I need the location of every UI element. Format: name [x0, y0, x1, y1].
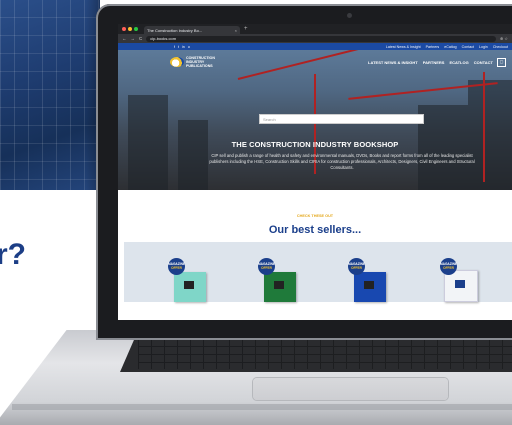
menu-item-contact[interactable]: CONTACT	[474, 60, 493, 65]
product-card[interactable]: MAGAZINE OFFER	[348, 258, 386, 302]
linkedin-icon[interactable]: in	[182, 45, 185, 49]
best-sellers-section: CHECK THESE OUT Our best sellers... MAGA…	[118, 190, 512, 320]
site-top-strip: f t in o Latest News & Insight Partners …	[118, 43, 512, 50]
back-icon[interactable]: ←	[122, 36, 127, 41]
tab-close-icon[interactable]: ×	[235, 28, 237, 33]
menu-item-ecatlog[interactable]: ECATLOG	[449, 60, 468, 65]
reload-icon[interactable]: C	[139, 36, 142, 41]
logo-text: CONSTRUCTION INDUSTRY PUBLICATIONS	[186, 56, 215, 68]
main-menu: LATEST NEWS & INSIGHT PARTNERS ECATLOG C…	[368, 60, 493, 65]
facebook-icon[interactable]: f	[174, 45, 175, 49]
offer-badge: MAGAZINE OFFER	[440, 258, 457, 275]
social-links: f t in o	[174, 45, 190, 49]
browser-tab[interactable]: The Construction Industry Bo... ×	[144, 26, 240, 34]
browser-tab-bar: The Construction Industry Bo... × +	[118, 24, 512, 34]
top-link-partners[interactable]: Partners	[426, 45, 440, 49]
top-link-ecatlog[interactable]: eCatlog	[444, 45, 456, 49]
top-link-news[interactable]: Latest News & Insight	[386, 45, 421, 49]
main-nav: CONSTRUCTION INDUSTRY PUBLICATIONS LATES…	[118, 56, 512, 68]
close-window-icon[interactable]	[122, 27, 126, 31]
product-card[interactable]: MAGAZINE OFFER	[168, 258, 206, 302]
top-link-checkout[interactable]: Checkout	[493, 45, 508, 49]
site-logo[interactable]: CONSTRUCTION INDUSTRY PUBLICATIONS	[170, 56, 220, 68]
menu-item-partners[interactable]: PARTNERS	[423, 60, 445, 65]
product-cover	[354, 272, 386, 302]
top-links: Latest News & Insight Partners eCatlog C…	[386, 45, 508, 49]
background-building-photo	[0, 0, 100, 190]
hero-title: THE CONSTRUCTION INDUSTRY BOOKSHOP	[231, 140, 399, 149]
section-kicker: CHECK THESE OUT	[296, 214, 334, 218]
offer-badge: MAGAZINE OFFER	[168, 258, 185, 275]
address-bar[interactable]: cip-books.com	[146, 35, 496, 42]
twitter-icon[interactable]: t	[178, 45, 179, 49]
product-card[interactable]: MAGAZINE OFFER	[258, 258, 296, 302]
bookmark-icon[interactable]: ⊕ ☆	[500, 36, 508, 41]
laptop-front-edge	[12, 404, 512, 410]
address-bar-url: cip-books.com	[150, 36, 177, 41]
offer-badge: MAGAZINE OFFER	[258, 258, 275, 275]
product-card[interactable]: MAGAZINE OFFER	[440, 258, 478, 302]
product-cover	[174, 272, 206, 302]
hero-description: CIP sell and publish a range of health a…	[209, 153, 475, 170]
background-heading-fragment: r?	[0, 238, 26, 271]
search-placeholder: Search	[263, 116, 276, 122]
webcam-icon	[347, 13, 352, 18]
offer-badge: MAGAZINE OFFER	[348, 258, 365, 275]
hero-section: CONSTRUCTION INDUSTRY PUBLICATIONS LATES…	[118, 50, 512, 190]
product-cover	[264, 272, 296, 302]
laptop-screen: The Construction Industry Bo... × + ← → …	[118, 24, 512, 320]
laptop-trackpad	[253, 378, 448, 400]
top-link-login[interactable]: Login	[479, 45, 488, 49]
tab-title: The Construction Industry Bo...	[147, 27, 203, 33]
minimize-window-icon[interactable]	[128, 27, 132, 31]
cart-icon[interactable]: ▢	[497, 57, 506, 67]
forward-icon[interactable]: →	[131, 36, 136, 41]
menu-item-news[interactable]: LATEST NEWS & INSIGHT	[368, 60, 418, 65]
new-tab-icon[interactable]: +	[244, 26, 248, 32]
maximize-window-icon[interactable]	[134, 27, 138, 31]
section-title: Our best sellers...	[268, 224, 362, 236]
search-input[interactable]: Search	[259, 114, 424, 124]
browser-toolbar: ← → C cip-books.com ⊕ ☆	[118, 34, 512, 43]
laptop-keyboard	[120, 336, 512, 372]
instagram-icon[interactable]: o	[188, 45, 190, 49]
top-link-contact[interactable]: Contact	[462, 45, 474, 49]
logo-icon	[170, 57, 184, 67]
